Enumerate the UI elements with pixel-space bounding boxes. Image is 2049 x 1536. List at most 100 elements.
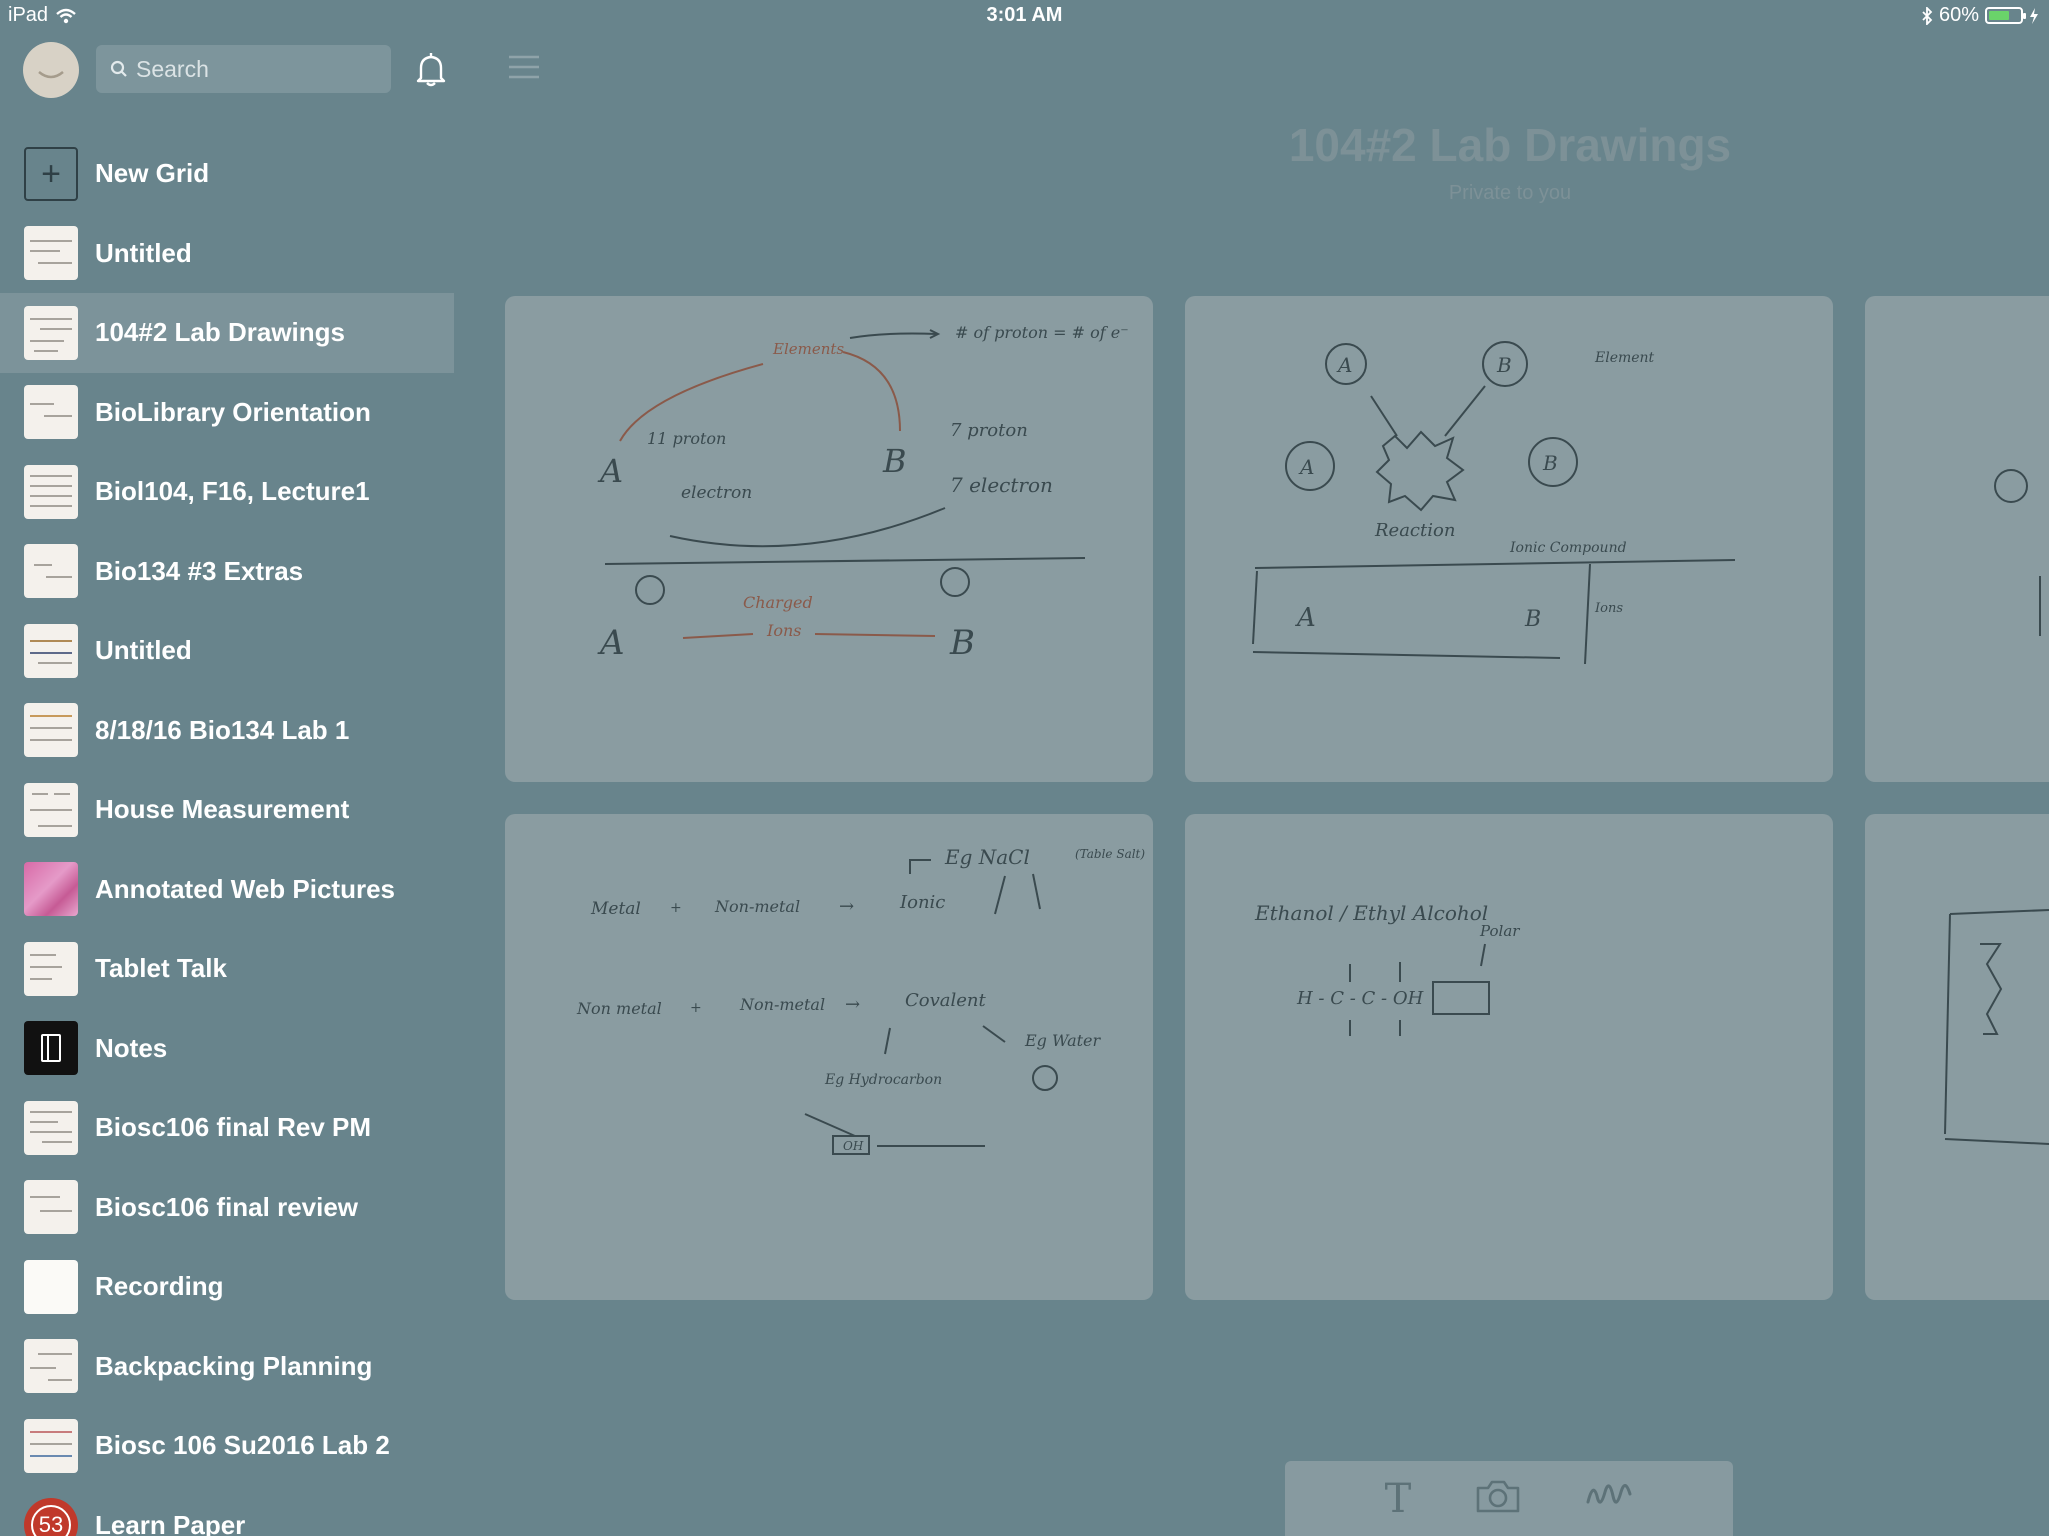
list-item[interactable]: Bio134 #3 Extras — [0, 532, 454, 612]
search-icon — [110, 60, 127, 77]
grid-thumbnail — [24, 544, 78, 599]
list-item[interactable]: Biosc 106 Su2016 Lab 2 — [0, 1406, 454, 1486]
drawing-text: OH — [843, 1139, 864, 1153]
grid-thumbnail — [24, 1418, 78, 1473]
list-item-label: Biol104, F16, Lecture1 — [95, 476, 370, 507]
list-item[interactable]: Annotated Web Pictures — [0, 850, 454, 930]
list-item-label: Untitled — [95, 635, 192, 666]
drawing-text: electron — [681, 483, 752, 503]
list-item[interactable]: Recording — [0, 1247, 454, 1327]
grid-thumbnail — [24, 305, 78, 360]
drawing-canvas — [1994, 469, 2041, 636]
list-item-selected[interactable]: 104#2 Lab Drawings — [0, 293, 454, 373]
search-box[interactable] — [96, 45, 391, 93]
list-item-label: Backpacking Planning — [95, 1350, 373, 1381]
grid-thumbnail — [24, 385, 78, 440]
list-item-label: Biosc 106 Su2016 Lab 2 — [95, 1430, 390, 1461]
drawing-card-partial[interactable] — [1865, 296, 2049, 782]
draw-icon — [1586, 1484, 1632, 1504]
drawing-text: Non-metal — [714, 897, 800, 916]
notebook-icon — [24, 1021, 78, 1076]
drawing-text: Elements — [772, 340, 844, 358]
notifications-button[interactable] — [414, 52, 448, 93]
drawing-canvas: A B Element A B Reaction Ionic Compound … — [1252, 341, 1736, 665]
drawing-card[interactable]: Ethanol / Ethyl Alcohol Polar H - C - C … — [1185, 814, 1833, 1300]
drawing-canvas: Elements # of proton = # of e⁻ 11 proton… — [597, 323, 1129, 663]
grid-thumbnail — [24, 1339, 78, 1394]
list-item-label: Learn Paper — [95, 1509, 246, 1536]
drawing-text: A — [597, 452, 623, 490]
status-bar: iPad 3:01 AM 60% — [0, 0, 2049, 32]
drawing-text: Reaction — [1374, 520, 1455, 541]
avatar[interactable] — [23, 42, 79, 98]
list-item[interactable]: Biol104, F16, Lecture1 — [0, 452, 454, 532]
list-item[interactable]: Biosc106 final review — [0, 1168, 454, 1248]
list-item-label: Recording — [95, 1271, 224, 1302]
new-grid-button[interactable]: + New Grid — [0, 134, 454, 214]
grid-list: + New Grid Untitled 104#2 Lab Drawings B… — [0, 134, 454, 1536]
list-item-label: Tablet Talk — [95, 953, 227, 984]
list-item[interactable]: 8/18/16 Bio134 Lab 1 — [0, 691, 454, 771]
drawing-text: Ionic Compound — [1509, 540, 1627, 556]
drawing-text: A — [1295, 603, 1316, 633]
draw-tool-button[interactable] — [1585, 1480, 1633, 1517]
list-item-label: Bio134 #3 Extras — [95, 555, 304, 586]
list-item[interactable]: Biosc106 final Rev PM — [0, 1088, 454, 1168]
drawing-text: B — [1496, 353, 1512, 377]
drawing-text: A — [1298, 455, 1314, 479]
drawing-card[interactable]: Elements # of proton = # of e⁻ 11 proton… — [505, 296, 1153, 782]
list-item-label: Biosc106 final Rev PM — [95, 1112, 371, 1143]
drawing-text: 11 proton — [647, 429, 726, 448]
list-item[interactable]: Untitled — [0, 214, 454, 294]
list-item-label: New Grid — [95, 158, 210, 189]
page-title: 104#2 Lab Drawings — [1288, 119, 1732, 171]
drawing-text: # of proton = # of e⁻ — [955, 323, 1129, 342]
smiley-icon — [38, 71, 64, 79]
list-item-label: 8/18/16 Bio134 Lab 1 — [95, 714, 350, 745]
list-item-label: Untitled — [95, 237, 192, 268]
bottom-toolbar: T — [1285, 1461, 1733, 1536]
grid-thumbnail — [24, 464, 78, 519]
grid-thumbnail — [24, 1100, 78, 1155]
drawing-card[interactable]: Metal + Non-metal → Ionic Eg NaCl (Table… — [505, 814, 1153, 1300]
grid-thumbnail — [24, 703, 78, 758]
status-time: 3:01 AM — [986, 4, 1063, 26]
battery-icon — [1985, 7, 2026, 24]
app-badge-icon: 53 — [24, 1498, 78, 1536]
camera-button[interactable] — [1475, 1478, 1521, 1519]
grid-thumbnail — [24, 226, 78, 281]
list-item[interactable]: Tablet Talk — [0, 929, 454, 1009]
camera-icon — [1477, 1480, 1520, 1513]
grid-thumbnail — [24, 623, 78, 678]
list-item[interactable]: House Measurement — [0, 770, 454, 850]
drawing-text: A — [597, 623, 625, 663]
list-item[interactable]: Backpacking Planning — [0, 1327, 454, 1407]
list-item[interactable]: Untitled — [0, 611, 454, 691]
drawing-card-partial[interactable] — [1865, 814, 2049, 1300]
drawing-text: B — [1524, 607, 1541, 632]
menu-button[interactable] — [508, 55, 540, 84]
search-input[interactable] — [136, 55, 376, 83]
drawing-text: H - C - C - OH — [1296, 988, 1424, 1009]
drawing-text: Ions — [1594, 601, 1623, 616]
grid-thumbnail — [24, 1180, 78, 1235]
drawing-text: Metal — [590, 899, 641, 919]
drawing-text: → — [845, 994, 860, 1015]
drawing-text: Polar — [1479, 922, 1520, 940]
bluetooth-icon — [1922, 6, 1933, 25]
drawing-text: Covalent — [905, 990, 987, 1011]
text-tool-button[interactable]: T — [1385, 1476, 1412, 1522]
drawing-text: B — [1542, 451, 1558, 475]
grid-thumbnail — [24, 782, 78, 837]
drawing-text: Eg Hydrocarbon — [824, 1072, 942, 1088]
bell-icon — [416, 53, 446, 87]
drawing-card[interactable]: A B Element A B Reaction Ionic Compound … — [1185, 296, 1833, 782]
list-item[interactable]: BioLibrary Orientation — [0, 373, 454, 453]
list-item[interactable]: 53 Learn Paper — [0, 1486, 454, 1536]
drawing-text: Non-metal — [739, 995, 825, 1014]
battery-percent: 60% — [1938, 4, 1979, 26]
drawing-text: 7 electron — [950, 473, 1053, 497]
list-item[interactable]: Notes — [0, 1009, 454, 1089]
badge-number: 53 — [31, 1505, 71, 1536]
drawing-text: A — [1336, 353, 1352, 377]
